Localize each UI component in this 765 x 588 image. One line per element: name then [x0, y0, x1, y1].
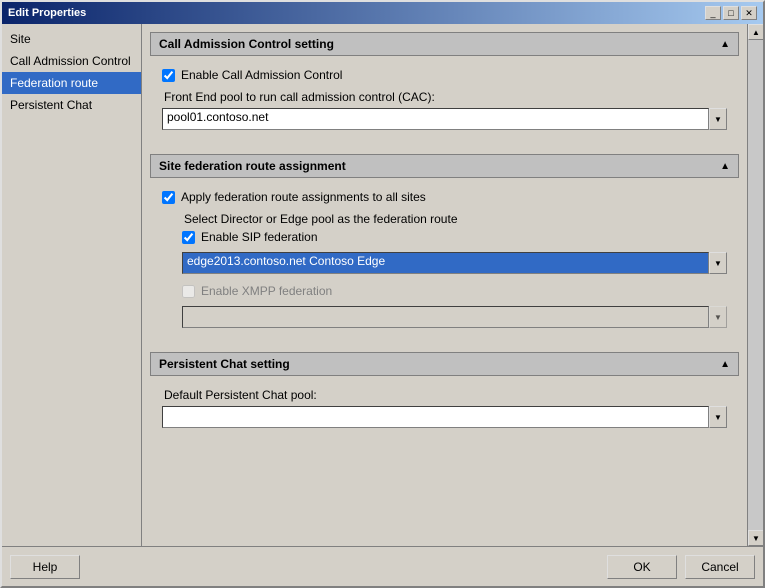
xmpp-dropdown-wrapper: ▼ — [182, 306, 727, 328]
minimize-button[interactable]: _ — [705, 6, 721, 20]
default-pool-dropdown-btn[interactable]: ▼ — [709, 406, 727, 428]
content-area: Site Call Admission Control Federation r… — [2, 24, 763, 546]
edit-properties-window: Edit Properties _ □ ✕ Site Call Admissio… — [0, 0, 765, 588]
front-end-dropdown-wrapper: pool01.contoso.net ▼ — [162, 108, 727, 130]
footer-right: OK Cancel — [607, 555, 755, 579]
vertical-scrollbar[interactable]: ▲ ▼ — [747, 24, 763, 546]
footer-left: Help — [10, 555, 80, 579]
persistent-chat-body: Default Persistent Chat pool: ▼ — [150, 384, 739, 436]
apply-all-checkbox[interactable] — [162, 191, 175, 204]
site-federation-section: Site federation route assignment ▲ Apply… — [150, 154, 739, 336]
footer: Help OK Cancel — [2, 546, 763, 586]
window-title: Edit Properties — [8, 7, 86, 19]
enable-cac-checkbox[interactable] — [162, 69, 175, 82]
enable-sip-row: Enable SIP federation — [182, 230, 727, 244]
default-pool-value — [162, 406, 709, 428]
select-director-label: Select Director or Edge pool as the fede… — [184, 212, 727, 226]
ok-button[interactable]: OK — [607, 555, 677, 579]
sidebar-item-federation-route[interactable]: Federation route — [2, 72, 141, 94]
front-end-dropdown-btn[interactable]: ▼ — [709, 108, 727, 130]
scroll-track[interactable] — [748, 40, 763, 530]
call-admission-title: Call Admission Control setting — [159, 37, 334, 51]
apply-all-label: Apply federation route assignments to al… — [181, 190, 426, 204]
enable-cac-label: Enable Call Admission Control — [181, 68, 342, 82]
persistent-chat-title: Persistent Chat setting — [159, 357, 290, 371]
call-admission-header: Call Admission Control setting ▲ — [150, 32, 739, 56]
xmpp-dropdown-btn[interactable]: ▼ — [709, 306, 727, 328]
site-federation-title: Site federation route assignment — [159, 159, 346, 173]
enable-xmpp-label: Enable XMPP federation — [201, 284, 332, 298]
xmpp-value — [182, 306, 709, 328]
apply-all-row: Apply federation route assignments to al… — [162, 190, 727, 204]
close-button[interactable]: ✕ — [741, 6, 757, 20]
call-admission-body: Enable Call Admission Control Front End … — [150, 64, 739, 138]
sidebar-item-site[interactable]: Site — [2, 28, 141, 50]
site-federation-header: Site federation route assignment ▲ — [150, 154, 739, 178]
title-bar: Edit Properties _ □ ✕ — [2, 2, 763, 24]
enable-xmpp-row: Enable XMPP federation — [182, 284, 727, 298]
window-controls: _ □ ✕ — [705, 6, 757, 20]
sip-dropdown-wrapper: edge2013.contoso.net Contoso Edge ▼ — [182, 252, 727, 274]
persistent-chat-section: Persistent Chat setting ▲ Default Persis… — [150, 352, 739, 436]
persistent-chat-header: Persistent Chat setting ▲ — [150, 352, 739, 376]
federation-indent: Select Director or Edge pool as the fede… — [182, 212, 727, 328]
default-pool-label: Default Persistent Chat pool: — [164, 388, 727, 402]
sidebar-item-call-admission-control[interactable]: Call Admission Control — [2, 50, 141, 72]
front-end-label: Front End pool to run call admission con… — [164, 90, 727, 104]
sip-value: edge2013.contoso.net Contoso Edge — [182, 252, 709, 274]
cancel-button[interactable]: Cancel — [685, 555, 755, 579]
maximize-button[interactable]: □ — [723, 6, 739, 20]
site-federation-collapse-icon[interactable]: ▲ — [720, 161, 730, 172]
call-admission-section: Call Admission Control setting ▲ Enable … — [150, 32, 739, 138]
front-end-value: pool01.contoso.net — [162, 108, 709, 130]
sidebar: Site Call Admission Control Federation r… — [2, 24, 142, 546]
call-admission-collapse-icon[interactable]: ▲ — [720, 39, 730, 50]
scroll-up-button[interactable]: ▲ — [748, 24, 763, 40]
enable-cac-row: Enable Call Admission Control — [162, 68, 727, 82]
enable-sip-checkbox[interactable] — [182, 231, 195, 244]
persistent-chat-collapse-icon[interactable]: ▲ — [720, 359, 730, 370]
site-federation-body: Apply federation route assignments to al… — [150, 186, 739, 336]
help-button[interactable]: Help — [10, 555, 80, 579]
sip-dropdown-btn[interactable]: ▼ — [709, 252, 727, 274]
main-panel: Call Admission Control setting ▲ Enable … — [142, 24, 747, 546]
sidebar-item-persistent-chat[interactable]: Persistent Chat — [2, 94, 141, 116]
enable-xmpp-checkbox[interactable] — [182, 285, 195, 298]
enable-sip-label: Enable SIP federation — [201, 230, 318, 244]
default-pool-dropdown-wrapper: ▼ — [162, 406, 727, 428]
scroll-down-button[interactable]: ▼ — [748, 530, 763, 546]
right-content: Call Admission Control setting ▲ Enable … — [142, 24, 763, 546]
